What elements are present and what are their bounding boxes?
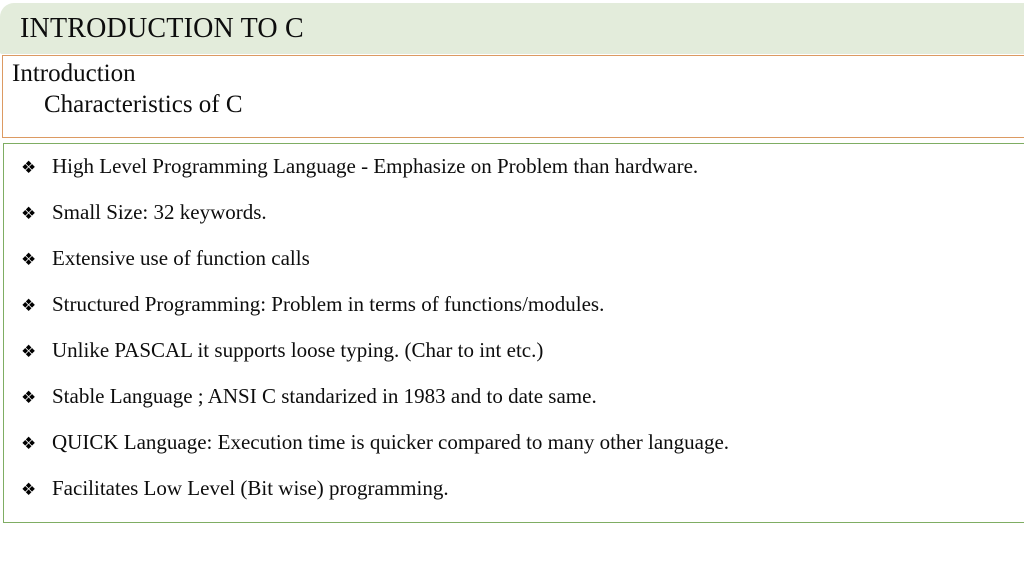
list-item-label: High Level Programming Language - Emphas… xyxy=(52,154,699,178)
list-item-label: Structured Programming: Problem in terms… xyxy=(52,292,605,316)
diamond-bullet-icon: ❖ xyxy=(21,158,37,178)
list-item-label: Extensive use of function calls xyxy=(52,246,310,270)
outline-level2-characteristics-of-c: Characteristics of C xyxy=(44,91,243,118)
diamond-bullet-icon: ❖ xyxy=(21,250,37,270)
list-item-label: Facilitates Low Level (Bit wise) program… xyxy=(52,476,449,500)
characteristics-bullet-list: ❖ High Level Programming Language - Emph… xyxy=(4,156,1024,524)
list-item: ❖ High Level Programming Language - Emph… xyxy=(4,156,1024,202)
list-item-label: Small Size: 32 keywords. xyxy=(52,200,267,224)
slide-title-banner: INTRODUCTION TO C xyxy=(0,3,1024,54)
list-item: ❖ QUICK Language: Execution time is quic… xyxy=(4,432,1024,478)
list-item-label: QUICK Language: Execution time is quicke… xyxy=(52,430,730,454)
diamond-bullet-icon: ❖ xyxy=(21,434,37,454)
diamond-bullet-icon: ❖ xyxy=(21,296,37,316)
diamond-bullet-icon: ❖ xyxy=(21,480,37,500)
outline-level1-introduction: Introduction xyxy=(12,60,136,87)
outline-box: Introduction Characteristics of C xyxy=(2,55,1024,138)
list-item-label: Unlike PASCAL it supports loose typing. … xyxy=(52,338,544,362)
list-item-label: Stable Language ; ANSI C standarized in … xyxy=(52,384,597,408)
list-item: ❖ Stable Language ; ANSI C standarized i… xyxy=(4,386,1024,432)
diamond-bullet-icon: ❖ xyxy=(21,388,37,408)
diamond-bullet-icon: ❖ xyxy=(21,204,37,224)
content-box: ❖ High Level Programming Language - Emph… xyxy=(3,143,1024,523)
list-item: ❖ Structured Programming: Problem in ter… xyxy=(4,294,1024,340)
list-item: ❖ Extensive use of function calls xyxy=(4,248,1024,294)
page-title: INTRODUCTION TO C xyxy=(20,12,304,44)
list-item: ❖ Unlike PASCAL it supports loose typing… xyxy=(4,340,1024,386)
list-item: ❖ Facilitates Low Level (Bit wise) progr… xyxy=(4,478,1024,524)
diamond-bullet-icon: ❖ xyxy=(21,342,37,362)
list-item: ❖ Small Size: 32 keywords. xyxy=(4,202,1024,248)
slide-canvas: INTRODUCTION TO C Introduction Character… xyxy=(0,0,1024,576)
